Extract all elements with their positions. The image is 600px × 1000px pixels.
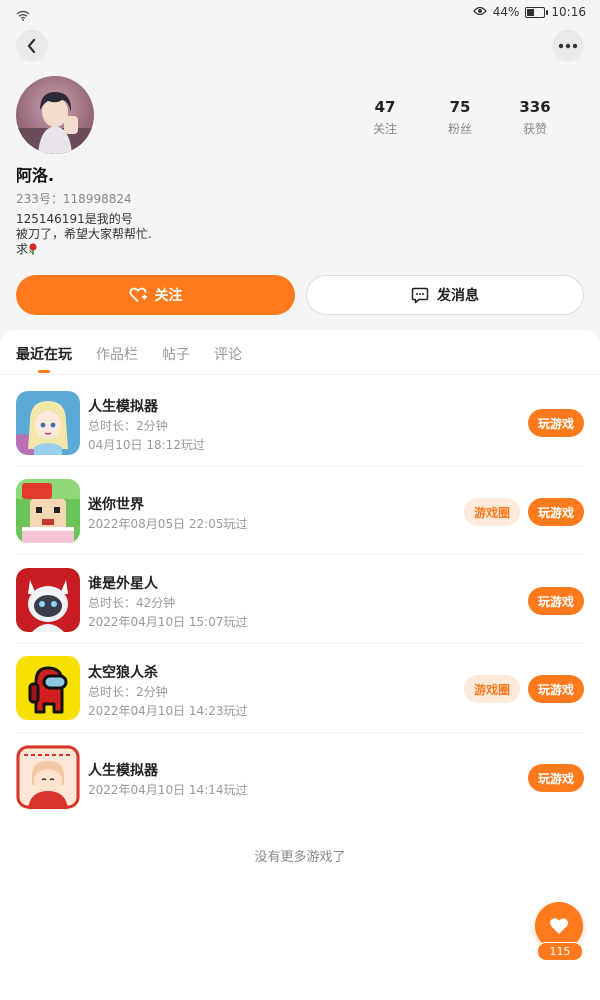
tab-works[interactable]: 作品栏 bbox=[96, 344, 138, 364]
battery-percent: 44% bbox=[492, 5, 520, 19]
game-icon-life-simulator-classic[interactable] bbox=[16, 745, 80, 809]
play-game-button[interactable]: 玩游戏 bbox=[528, 764, 584, 792]
game-row[interactable]: 迷你世界 2022年08月05日 22:05玩过 游戏圈 玩游戏 bbox=[16, 478, 584, 558]
game-duration: 总时长：2分钟 bbox=[88, 685, 168, 699]
followers-label: 粉丝 bbox=[447, 122, 472, 136]
stat-likes: 336 获赞 bbox=[498, 98, 572, 137]
followers-count: 75 bbox=[449, 98, 471, 116]
game-icon-who-is-alien[interactable] bbox=[16, 568, 80, 632]
game-circle-button[interactable]: 游戏圈 bbox=[464, 675, 520, 703]
game-row[interactable]: 谁是外星人 总时长：42分钟 2022年04月10日 15:07玩过 玩游戏 bbox=[16, 567, 584, 647]
play-game-button[interactable]: 玩游戏 bbox=[528, 587, 584, 615]
following-label: 关注 bbox=[372, 122, 397, 136]
game-last-played: 2022年04月10日 14:23玩过 bbox=[88, 704, 248, 718]
play-game-button[interactable]: 玩游戏 bbox=[528, 675, 584, 703]
row-divider bbox=[16, 466, 584, 467]
eye-icon bbox=[472, 5, 487, 19]
back-button[interactable] bbox=[16, 30, 48, 62]
rose-icon bbox=[28, 243, 38, 255]
game-icon-mini-world[interactable] bbox=[16, 479, 80, 543]
tab-recently-played[interactable]: 最近在玩 bbox=[16, 344, 72, 373]
tab-posts-label: 帖子 bbox=[162, 347, 190, 363]
message-button-label: 发消息 bbox=[437, 288, 479, 304]
game-icon-life-simulator[interactable] bbox=[16, 391, 80, 455]
game-icon-space-werewolf[interactable] bbox=[16, 656, 80, 720]
bio: 125146191是我的号 被刀了，希望大家帮帮忙. 求 bbox=[16, 212, 152, 257]
tab-posts[interactable]: 帖子 bbox=[162, 344, 190, 364]
game-name: 谁是外星人 bbox=[88, 576, 158, 592]
follow-button-label: 关注 bbox=[154, 288, 183, 304]
follow-button[interactable]: 关注 bbox=[16, 275, 295, 315]
game-row[interactable]: 人生模拟器 2022年04月10日 14:14玩过 玩游戏 bbox=[16, 744, 584, 814]
heart-icon bbox=[550, 918, 568, 934]
message-button[interactable]: 发消息 bbox=[306, 275, 584, 315]
avatar[interactable] bbox=[16, 76, 94, 154]
game-last-played: 04月10日 18:12玩过 bbox=[88, 438, 205, 452]
following-count: 47 bbox=[374, 98, 396, 116]
game-last-played: 2022年04月10日 14:14玩过 bbox=[88, 783, 248, 797]
status-bar: 44% 10:16 bbox=[0, 0, 600, 26]
game-name: 人生模拟器 bbox=[88, 763, 158, 779]
game-duration: 总时长：2分钟 bbox=[88, 419, 168, 433]
game-last-played: 2022年08月05日 22:05玩过 bbox=[88, 517, 248, 531]
active-tab-indicator bbox=[38, 370, 50, 373]
row-divider bbox=[16, 732, 584, 733]
tab-bar: 最近在玩 作品栏 帖子 评论 bbox=[16, 344, 242, 373]
more-dots-icon bbox=[558, 43, 578, 49]
game-row[interactable]: 太空狼人杀 总时长：2分钟 2022年04月10日 14:23玩过 游戏圈 玩游… bbox=[16, 656, 584, 736]
wifi-icon bbox=[16, 6, 30, 25]
clock: 10:16 bbox=[551, 5, 586, 19]
username: 阿洛. bbox=[16, 166, 55, 185]
bio-line-2: 被刀了，希望大家帮帮忙. bbox=[16, 227, 152, 241]
battery-icon bbox=[525, 6, 549, 18]
game-row[interactable]: 人生模拟器 总时长：2分钟 04月10日 18:12玩过 玩游戏 bbox=[16, 390, 584, 468]
user-id: 233号：118998824 bbox=[16, 192, 132, 206]
tab-comments-label: 评论 bbox=[214, 347, 242, 363]
heart-plus-icon bbox=[128, 287, 147, 303]
game-circle-button[interactable]: 游戏圈 bbox=[464, 498, 520, 526]
game-name: 太空狼人杀 bbox=[88, 665, 158, 681]
tab-comments[interactable]: 评论 bbox=[214, 344, 242, 364]
bio-line-3-text: 求 bbox=[16, 242, 29, 256]
no-more-games-text: 没有更多游戏了 bbox=[254, 850, 346, 865]
content-panel: 最近在玩 作品栏 帖子 评论 人生模拟器 总时长：2分钟 04月10日 18:1… bbox=[0, 330, 600, 1000]
play-game-button[interactable]: 玩游戏 bbox=[528, 409, 584, 437]
game-duration: 总时长：42分钟 bbox=[88, 596, 176, 610]
chat-icon bbox=[411, 287, 429, 303]
game-name: 人生模拟器 bbox=[88, 399, 158, 415]
game-name: 迷你世界 bbox=[88, 497, 144, 513]
tab-works-label: 作品栏 bbox=[96, 347, 138, 363]
bio-line-1: 125146191是我的号 bbox=[16, 212, 133, 226]
likes-received-label: 获赞 bbox=[522, 122, 547, 136]
row-divider bbox=[16, 643, 584, 644]
like-count-badge: 115 bbox=[537, 942, 583, 961]
chevron-left-icon bbox=[27, 39, 36, 53]
stat-followers[interactable]: 75 粉丝 bbox=[423, 98, 497, 137]
more-button[interactable] bbox=[552, 30, 584, 62]
tab-divider bbox=[0, 374, 600, 375]
row-divider bbox=[16, 554, 584, 555]
likes-received-count: 336 bbox=[519, 98, 551, 116]
play-game-button[interactable]: 玩游戏 bbox=[528, 498, 584, 526]
stat-following[interactable]: 47 关注 bbox=[348, 98, 422, 137]
profile-stats: 47 关注 75 粉丝 336 获赞 bbox=[348, 98, 572, 137]
game-last-played: 2022年04月10日 15:07玩过 bbox=[88, 615, 248, 629]
tab-recently-played-label: 最近在玩 bbox=[16, 347, 72, 363]
battery-fill bbox=[527, 8, 535, 16]
bio-line-3: 求 bbox=[16, 242, 152, 257]
